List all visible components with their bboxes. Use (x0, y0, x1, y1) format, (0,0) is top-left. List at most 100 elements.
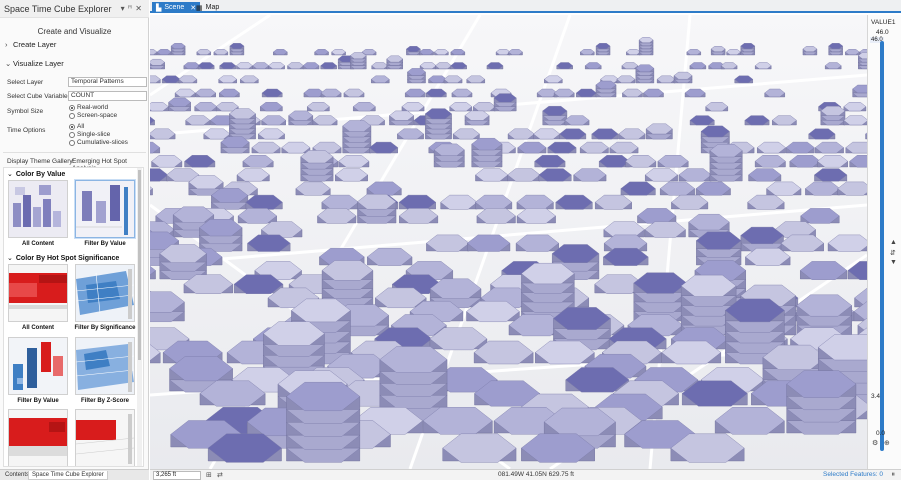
space-time-bin-column[interactable] (331, 49, 346, 56)
space-time-bin-column[interactable] (168, 97, 192, 112)
space-time-bin-column[interactable] (709, 144, 743, 182)
cube-variable-dropdown[interactable]: COUNT (68, 91, 147, 101)
navigation-icon[interactable]: ⊕ (884, 439, 890, 447)
space-time-bin-column[interactable] (786, 370, 857, 435)
space-time-bin-column[interactable] (710, 46, 726, 56)
space-time-bin-column[interactable] (579, 49, 595, 56)
space-time-bin-column[interactable] (635, 64, 655, 84)
space-time-bin-column[interactable] (349, 52, 367, 70)
space-time-bin-column[interactable] (406, 46, 421, 56)
slider-down-icon[interactable]: ▼ (890, 259, 897, 266)
chevron-down-icon: ⌄ (7, 171, 13, 178)
space-time-bin-column[interactable] (196, 49, 212, 56)
visualize-layer-section[interactable]: ⌄ Visualize Layer (5, 59, 64, 68)
group-color-by-hot-spot[interactable]: ⌄ Color By Hot Spot Significance (7, 254, 119, 262)
space-time-bin-column[interactable] (213, 49, 229, 56)
tab-space-time-cube-explorer[interactable]: Space Time Cube Explorer (28, 471, 108, 480)
space-time-bin-column[interactable] (150, 59, 166, 70)
space-time-bin-column[interactable] (595, 43, 611, 56)
space-time-bin-column[interactable] (407, 68, 426, 84)
scene-view[interactable] (150, 15, 867, 469)
space-time-bin-column[interactable] (740, 226, 784, 252)
space-time-bin-column[interactable] (419, 49, 434, 56)
space-time-bin-column[interactable] (495, 49, 511, 56)
space-time-bin-column[interactable] (159, 244, 207, 280)
space-time-bin-column[interactable] (471, 137, 503, 168)
slider-step-icon[interactable]: ⇵ (890, 249, 896, 257)
space-time-bin-column[interactable] (542, 105, 568, 126)
gallery-scrollbar[interactable] (137, 168, 142, 466)
thumb-filter-by-value-hotspot[interactable] (8, 337, 68, 395)
space-time-bin-column[interactable] (802, 46, 818, 56)
space-time-bin-column[interactable] (288, 110, 314, 126)
space-time-bin-column[interactable] (686, 49, 702, 56)
space-time-bin-column[interactable] (170, 43, 186, 56)
space-time-bin-column[interactable] (386, 55, 404, 70)
space-time-bin-column[interactable] (828, 43, 844, 56)
radio-screen-space[interactable]: Screen-space (69, 112, 117, 119)
space-time-bin-column[interactable] (645, 123, 673, 140)
thumb-all-content-hotspot[interactable] (8, 264, 68, 322)
thumb-filter-by-value[interactable] (74, 179, 136, 239)
radio-all[interactable]: All (69, 123, 84, 130)
space-time-bin-column[interactable] (210, 188, 249, 210)
space-time-bin-column[interactable] (638, 37, 654, 56)
radio-single-slice[interactable]: Single-slice (69, 131, 110, 138)
space-time-bin-column[interactable] (220, 136, 250, 154)
space-time-bin-column[interactable] (389, 110, 415, 126)
space-time-bin-column[interactable] (272, 49, 288, 56)
space-time-bin-column[interactable] (156, 49, 172, 56)
pause-icon[interactable]: ⏸ (892, 471, 896, 479)
menu-icon[interactable]: ▾ (121, 4, 128, 13)
close-icon[interactable]: ✕ (135, 4, 145, 13)
sync-icon[interactable]: ⇄ (217, 471, 223, 479)
thumb-hotspot-extra-2[interactable] (75, 409, 135, 466)
select-layer-dropdown[interactable]: Temporal Patterns (68, 77, 147, 87)
space-time-bin-column[interactable] (673, 71, 693, 84)
radio-cumulative-slices[interactable]: Cumulative-slices (69, 139, 128, 146)
scale-input[interactable]: 3,265 ft (153, 471, 201, 480)
space-time-bin-column[interactable] (820, 105, 846, 126)
space-time-bin-column[interactable] (493, 93, 517, 112)
selected-features[interactable]: Selected Features: 0 (823, 471, 883, 478)
create-layer-section[interactable]: › Create Layer (5, 40, 56, 49)
group-color-by-value[interactable]: ⌄ Color By Value (7, 170, 65, 178)
space-time-bin-column[interactable] (740, 43, 756, 56)
space-time-bin-column[interactable] (464, 110, 490, 126)
space-time-bin-column[interactable] (857, 52, 867, 70)
space-time-bin-column[interactable] (199, 219, 243, 252)
pane-controls[interactable]: ▾ꟸ✕ (121, 4, 145, 13)
space-time-bin-column[interactable] (286, 382, 361, 463)
radio-real-world[interactable]: Real-world (69, 104, 108, 111)
space-time-bin-column[interactable] (314, 49, 329, 56)
space-time-bin-column[interactable] (844, 49, 860, 56)
space-time-bin-column[interactable] (450, 49, 466, 56)
space-time-bin-column[interactable] (357, 193, 397, 224)
scene-canvas[interactable] (150, 15, 867, 469)
space-time-bin-column[interactable] (229, 43, 245, 56)
legend-range-slider[interactable] (880, 41, 884, 451)
theme-gallery: ⌄ Color By Value All Content Filter By V… (3, 167, 144, 467)
tab-map[interactable]: ▦ Map (192, 2, 223, 13)
scrollbar-thumb[interactable] (138, 170, 141, 360)
space-time-bin-column[interactable] (342, 120, 372, 154)
space-time-bin-column[interactable] (625, 49, 641, 56)
space-time-bin-column[interactable] (434, 49, 449, 56)
thumb-filter-by-significance[interactable] (75, 264, 135, 322)
chevron-down-icon: ⌄ (7, 255, 13, 262)
thumb-hotspot-extra-1[interactable] (8, 409, 68, 466)
space-time-bin-column[interactable] (595, 80, 617, 98)
slider-up-icon[interactable]: ▲ (890, 239, 897, 246)
space-time-bin-column[interactable] (508, 49, 523, 56)
thumb-all-content-value[interactable] (8, 180, 68, 238)
settings-icon[interactable]: ⚙ (872, 439, 878, 447)
tab-label: Map (205, 4, 220, 11)
grid-icon[interactable]: ⊞ (206, 471, 212, 479)
space-time-bin-column[interactable] (424, 108, 452, 140)
space-time-bin-column[interactable] (726, 49, 741, 56)
space-time-bin-column[interactable] (433, 143, 465, 168)
space-time-bin-column[interactable] (300, 150, 334, 182)
thumb-filter-by-z-score[interactable] (75, 337, 135, 395)
pane-tabs: Contents Space Time Cube Explorer (0, 469, 149, 480)
space-time-bin-column[interactable] (228, 108, 256, 140)
